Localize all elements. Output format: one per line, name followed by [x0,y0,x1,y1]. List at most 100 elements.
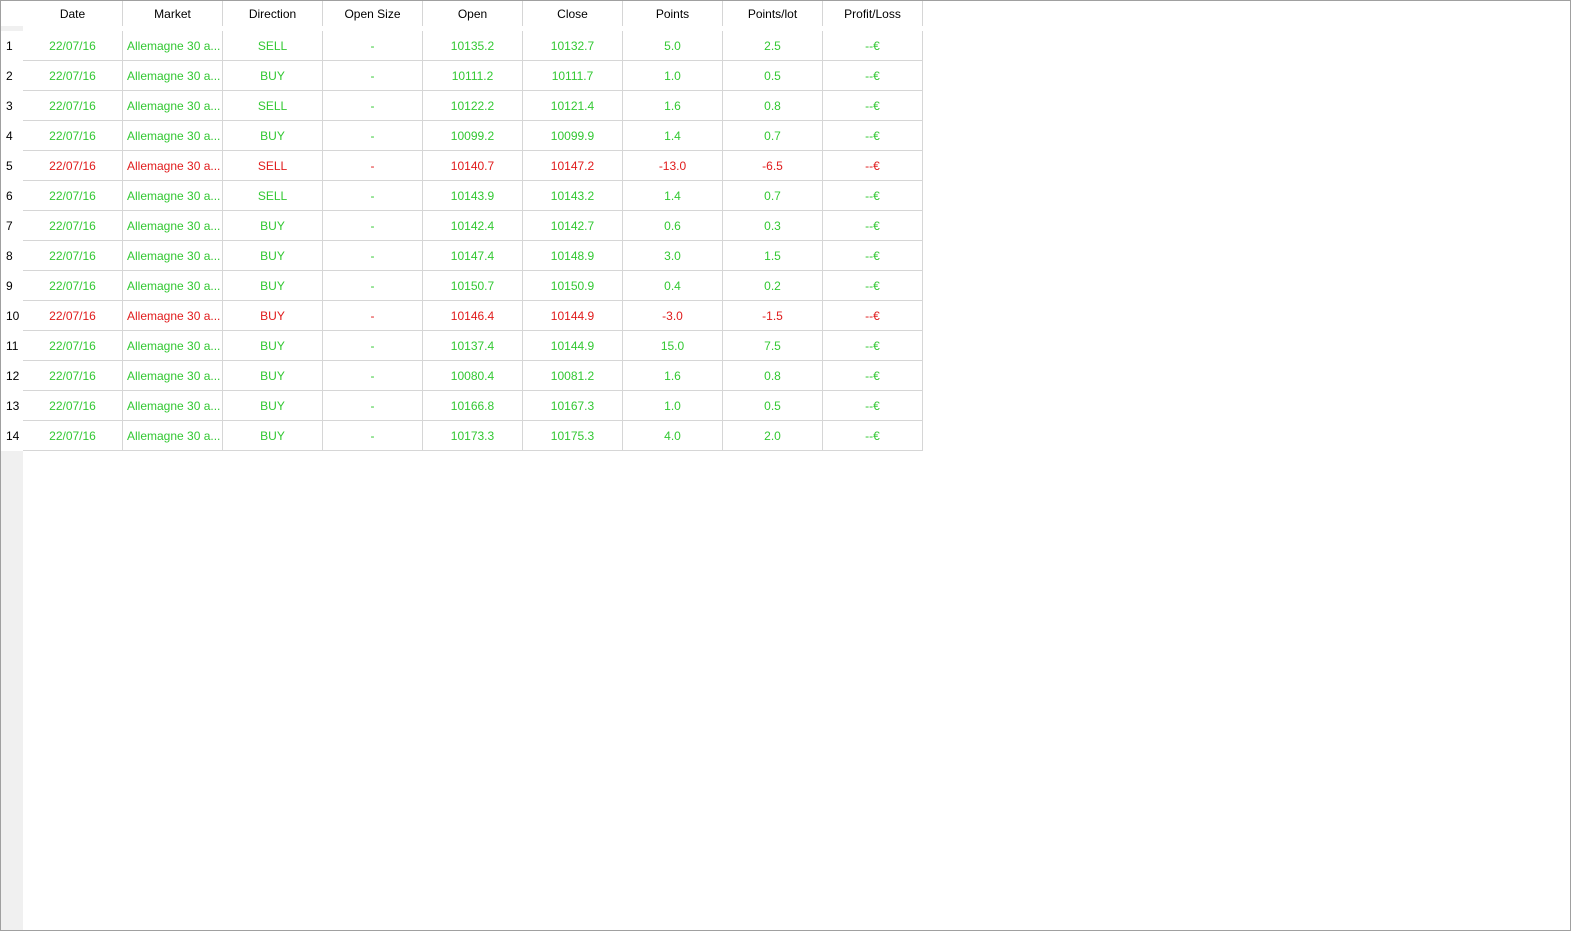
cell-date[interactable]: 22/07/16 [23,301,123,331]
row-number[interactable]: 4 [1,121,23,151]
cell-direction[interactable]: SELL [223,151,323,181]
cell-direction[interactable]: SELL [223,91,323,121]
row-number[interactable]: 2 [1,61,23,91]
cell-open[interactable]: 10173.3 [423,421,523,451]
row-number[interactable]: 5 [1,151,23,181]
cell-points-lot[interactable]: 0.5 [723,391,823,421]
cell-market[interactable]: Allemagne 30 a... [123,31,223,61]
cell-profit-loss[interactable]: --€ [823,61,923,91]
cell-points[interactable]: 5.0 [623,31,723,61]
cell-market[interactable]: Allemagne 30 a... [123,181,223,211]
cell-direction[interactable]: BUY [223,391,323,421]
cell-open-size[interactable]: - [323,31,423,61]
cell-points[interactable]: 3.0 [623,241,723,271]
row-number[interactable]: 9 [1,271,23,301]
cell-profit-loss[interactable]: --€ [823,391,923,421]
cell-open[interactable]: 10099.2 [423,121,523,151]
cell-profit-loss[interactable]: --€ [823,421,923,451]
cell-open-size[interactable]: - [323,241,423,271]
cell-direction[interactable]: BUY [223,331,323,361]
column-header-open[interactable]: Open [423,1,523,26]
cell-points-lot[interactable]: 0.2 [723,271,823,301]
cell-direction[interactable]: BUY [223,421,323,451]
cell-points-lot[interactable]: -6.5 [723,151,823,181]
row-number[interactable]: 8 [1,241,23,271]
column-header-date[interactable]: Date [23,1,123,26]
cell-open[interactable]: 10140.7 [423,151,523,181]
cell-direction[interactable]: BUY [223,301,323,331]
cell-profit-loss[interactable]: --€ [823,241,923,271]
row-number[interactable]: 1 [1,31,23,61]
cell-open-size[interactable]: - [323,331,423,361]
cell-profit-loss[interactable]: --€ [823,211,923,241]
cell-points[interactable]: 1.4 [623,121,723,151]
cell-open-size[interactable]: - [323,421,423,451]
cell-points-lot[interactable]: 2.5 [723,31,823,61]
cell-open[interactable]: 10146.4 [423,301,523,331]
cell-profit-loss[interactable]: --€ [823,151,923,181]
cell-market[interactable]: Allemagne 30 a... [123,271,223,301]
cell-points[interactable]: 1.4 [623,181,723,211]
cell-date[interactable]: 22/07/16 [23,61,123,91]
cell-profit-loss[interactable]: --€ [823,91,923,121]
cell-close[interactable]: 10081.2 [523,361,623,391]
cell-close[interactable]: 10144.9 [523,331,623,361]
cell-open[interactable]: 10143.9 [423,181,523,211]
cell-direction[interactable]: BUY [223,211,323,241]
cell-open-size[interactable]: - [323,361,423,391]
cell-points[interactable]: -13.0 [623,151,723,181]
cell-date[interactable]: 22/07/16 [23,181,123,211]
cell-open-size[interactable]: - [323,391,423,421]
cell-date[interactable]: 22/07/16 [23,421,123,451]
cell-date[interactable]: 22/07/16 [23,361,123,391]
cell-open-size[interactable]: - [323,211,423,241]
cell-open[interactable]: 10122.2 [423,91,523,121]
cell-date[interactable]: 22/07/16 [23,31,123,61]
cell-open[interactable]: 10142.4 [423,211,523,241]
row-number[interactable]: 11 [1,331,23,361]
cell-open-size[interactable]: - [323,121,423,151]
cell-close[interactable]: 10121.4 [523,91,623,121]
row-number[interactable]: 12 [1,361,23,391]
column-header-open-size[interactable]: Open Size [323,1,423,26]
column-header-market[interactable]: Market [123,1,223,26]
cell-close[interactable]: 10111.7 [523,61,623,91]
cell-points-lot[interactable]: 0.3 [723,211,823,241]
cell-points[interactable]: 1.6 [623,361,723,391]
cell-market[interactable]: Allemagne 30 a... [123,91,223,121]
cell-date[interactable]: 22/07/16 [23,121,123,151]
row-number[interactable]: 6 [1,181,23,211]
cell-profit-loss[interactable]: --€ [823,121,923,151]
cell-points-lot[interactable]: 0.7 [723,121,823,151]
cell-points[interactable]: 1.0 [623,61,723,91]
cell-open-size[interactable]: - [323,61,423,91]
cell-direction[interactable]: BUY [223,241,323,271]
cell-profit-loss[interactable]: --€ [823,301,923,331]
column-header-direction[interactable]: Direction [223,1,323,26]
cell-open[interactable]: 10147.4 [423,241,523,271]
cell-points-lot[interactable]: 0.8 [723,361,823,391]
cell-direction[interactable]: SELL [223,181,323,211]
cell-close[interactable]: 10144.9 [523,301,623,331]
cell-date[interactable]: 22/07/16 [23,391,123,421]
row-number[interactable]: 7 [1,211,23,241]
cell-open[interactable]: 10166.8 [423,391,523,421]
cell-market[interactable]: Allemagne 30 a... [123,121,223,151]
column-header-profit-loss[interactable]: Profit/Loss [823,1,923,26]
cell-open-size[interactable]: - [323,301,423,331]
cell-close[interactable]: 10148.9 [523,241,623,271]
cell-points[interactable]: 0.6 [623,211,723,241]
cell-close[interactable]: 10143.2 [523,181,623,211]
cell-open[interactable]: 10135.2 [423,31,523,61]
cell-date[interactable]: 22/07/16 [23,211,123,241]
cell-close[interactable]: 10099.9 [523,121,623,151]
cell-points[interactable]: 15.0 [623,331,723,361]
cell-open[interactable]: 10080.4 [423,361,523,391]
cell-open-size[interactable]: - [323,181,423,211]
row-number[interactable]: 13 [1,391,23,421]
row-number[interactable]: 14 [1,421,23,451]
cell-points-lot[interactable]: -1.5 [723,301,823,331]
cell-close[interactable]: 10132.7 [523,31,623,61]
cell-points-lot[interactable]: 0.8 [723,91,823,121]
cell-close[interactable]: 10175.3 [523,421,623,451]
